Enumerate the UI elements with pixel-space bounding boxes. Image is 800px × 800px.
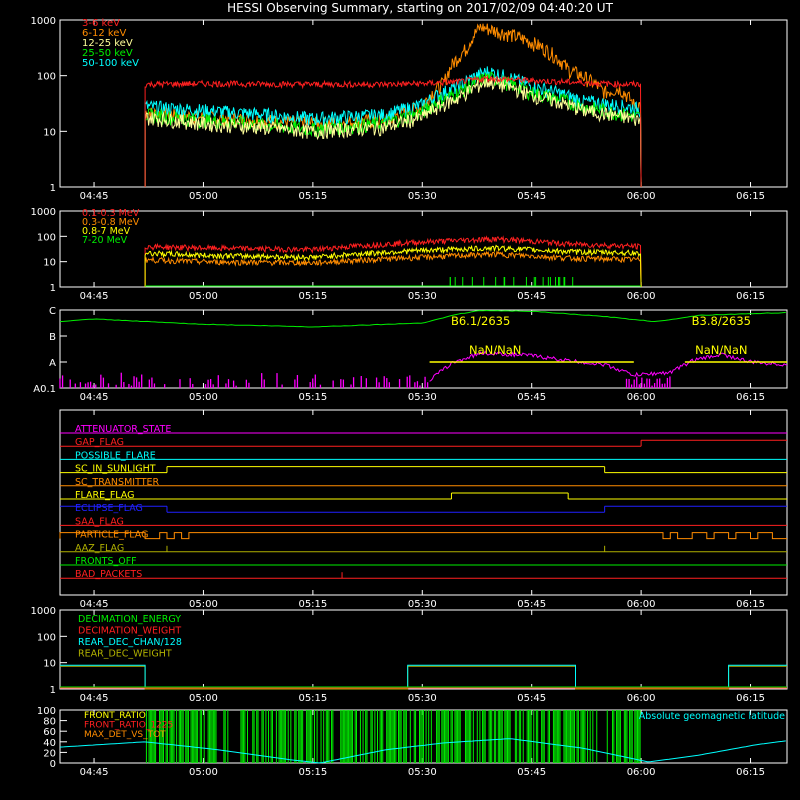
y-tick-label: A0.1 (33, 384, 56, 395)
legend-entry: REAR_DEC_CHAN/128 (78, 637, 182, 648)
x-tick-label: 05:30 (408, 191, 437, 202)
y-tick-label: 20 (43, 748, 56, 759)
x-tick-label: 06:15 (736, 599, 765, 610)
x-tick-label: 05:00 (189, 291, 218, 302)
y-tick-label: 100 (37, 632, 56, 643)
legend-entry: 50-100 keV (82, 58, 139, 69)
right-axis-label: Absolute geomagnetic latitude (639, 711, 785, 722)
flag-label: ATTENUATOR_STATE (75, 424, 171, 435)
annotation: B6.1/2635 (451, 314, 510, 328)
legend-entry: FRONT_RATIO (84, 711, 146, 721)
y-tick-label: 40 (43, 738, 56, 749)
y-tick-label: C (49, 306, 56, 317)
x-tick-label: 04:45 (80, 767, 109, 778)
flag-label: SC_TRANSMITTER (75, 477, 160, 488)
x-tick-label: 05:00 (189, 767, 218, 778)
x-tick-label: 06:15 (736, 291, 765, 302)
y-tick-label: 10 (43, 258, 56, 269)
x-tick-label: 05:45 (517, 693, 546, 704)
y-tick-label: A (49, 358, 56, 369)
x-tick-label: 05:15 (298, 191, 327, 202)
x-tick-label: 05:15 (298, 599, 327, 610)
x-tick-label: 06:00 (627, 767, 656, 778)
x-tick-label: 05:00 (189, 392, 218, 403)
y-tick-label: 1000 (31, 207, 56, 218)
flag-label: PARTICLE_FLAG (75, 530, 148, 541)
legend-entry: 7-20 MeV (82, 235, 128, 246)
x-tick-label: 04:45 (80, 191, 109, 202)
y-tick-label: 100 (37, 232, 56, 243)
x-tick-label: 05:45 (517, 191, 546, 202)
x-tick-label: 05:00 (189, 693, 218, 704)
x-tick-label: 06:00 (627, 392, 656, 403)
x-tick-label: 05:15 (298, 291, 327, 302)
legend-entry: DECIMATION_WEIGHT (78, 626, 181, 637)
x-tick-label: 06:15 (736, 693, 765, 704)
annotation: NaN/NaN (695, 343, 747, 357)
flag-label: SAA_FLAG (75, 516, 124, 527)
legend-entry: MAX_DET_VS_TOT (84, 730, 166, 740)
flag-label: GAP_FLAG (75, 437, 124, 448)
x-tick-label: 06:15 (736, 767, 765, 778)
x-tick-label: 06:00 (627, 191, 656, 202)
flag-label: ECLIPSE_FLAG (75, 503, 143, 514)
hessi-summary-chart: HESSI Observing Summary, starting on 201… (0, 0, 800, 800)
y-tick-label: 1 (50, 183, 56, 194)
y-tick-label: 10 (43, 659, 56, 670)
x-tick-label: 05:30 (408, 599, 437, 610)
flag-label: SC_IN_SUNLIGHT (75, 464, 156, 475)
x-tick-label: 04:45 (80, 693, 109, 704)
y-tick-label: 1 (50, 283, 56, 294)
x-tick-label: 05:15 (298, 392, 327, 403)
x-tick-label: 05:45 (517, 767, 546, 778)
flag-label: FRONTS_OFF (75, 556, 137, 567)
y-tick-label: 100 (37, 706, 56, 717)
y-tick-label: 60 (43, 727, 56, 738)
x-tick-label: 06:00 (627, 693, 656, 704)
x-tick-label: 05:00 (189, 191, 218, 202)
x-tick-label: 04:45 (80, 392, 109, 403)
chart-title: HESSI Observing Summary, starting on 201… (227, 1, 613, 15)
legend-entry: FRONT_RATIO_1225 (84, 721, 173, 731)
flag-label: AAZ_FLAG (75, 543, 124, 554)
y-tick-label: B (49, 332, 56, 343)
x-tick-label: 04:45 (80, 599, 109, 610)
annotation: B3.8/2635 (692, 314, 751, 328)
y-tick-label: 1000 (31, 606, 56, 617)
y-tick-label: 1 (50, 685, 56, 696)
x-tick-label: 05:00 (189, 599, 218, 610)
y-tick-label: 100 (37, 72, 56, 83)
y-tick-label: 10 (43, 127, 56, 138)
x-tick-label: 05:15 (298, 693, 327, 704)
x-tick-label: 06:15 (736, 392, 765, 403)
x-tick-label: 05:30 (408, 291, 437, 302)
y-tick-label: 80 (43, 717, 56, 728)
x-tick-label: 06:00 (627, 599, 656, 610)
flag-label: FLARE_FLAG (75, 490, 135, 501)
annotation: NaN/NaN (469, 343, 521, 357)
x-tick-label: 05:30 (408, 767, 437, 778)
x-tick-label: 05:45 (517, 291, 546, 302)
x-tick-label: 04:45 (80, 291, 109, 302)
x-tick-label: 05:45 (517, 599, 546, 610)
y-tick-label: 0 (50, 759, 56, 770)
x-tick-label: 06:00 (627, 291, 656, 302)
legend-entry: REAR_DEC_WEIGHT (78, 649, 172, 660)
x-tick-label: 05:30 (408, 392, 437, 403)
x-tick-label: 05:45 (517, 392, 546, 403)
x-tick-label: 05:15 (298, 767, 327, 778)
flag-label: POSSIBLE_FLARE (75, 450, 156, 461)
legend-entry: DECIMATION_ENERGY (78, 614, 181, 625)
flag-label: BAD_PACKETS (75, 569, 142, 580)
x-tick-label: 06:15 (736, 191, 765, 202)
y-tick-label: 1000 (31, 16, 56, 27)
x-tick-label: 05:30 (408, 693, 437, 704)
